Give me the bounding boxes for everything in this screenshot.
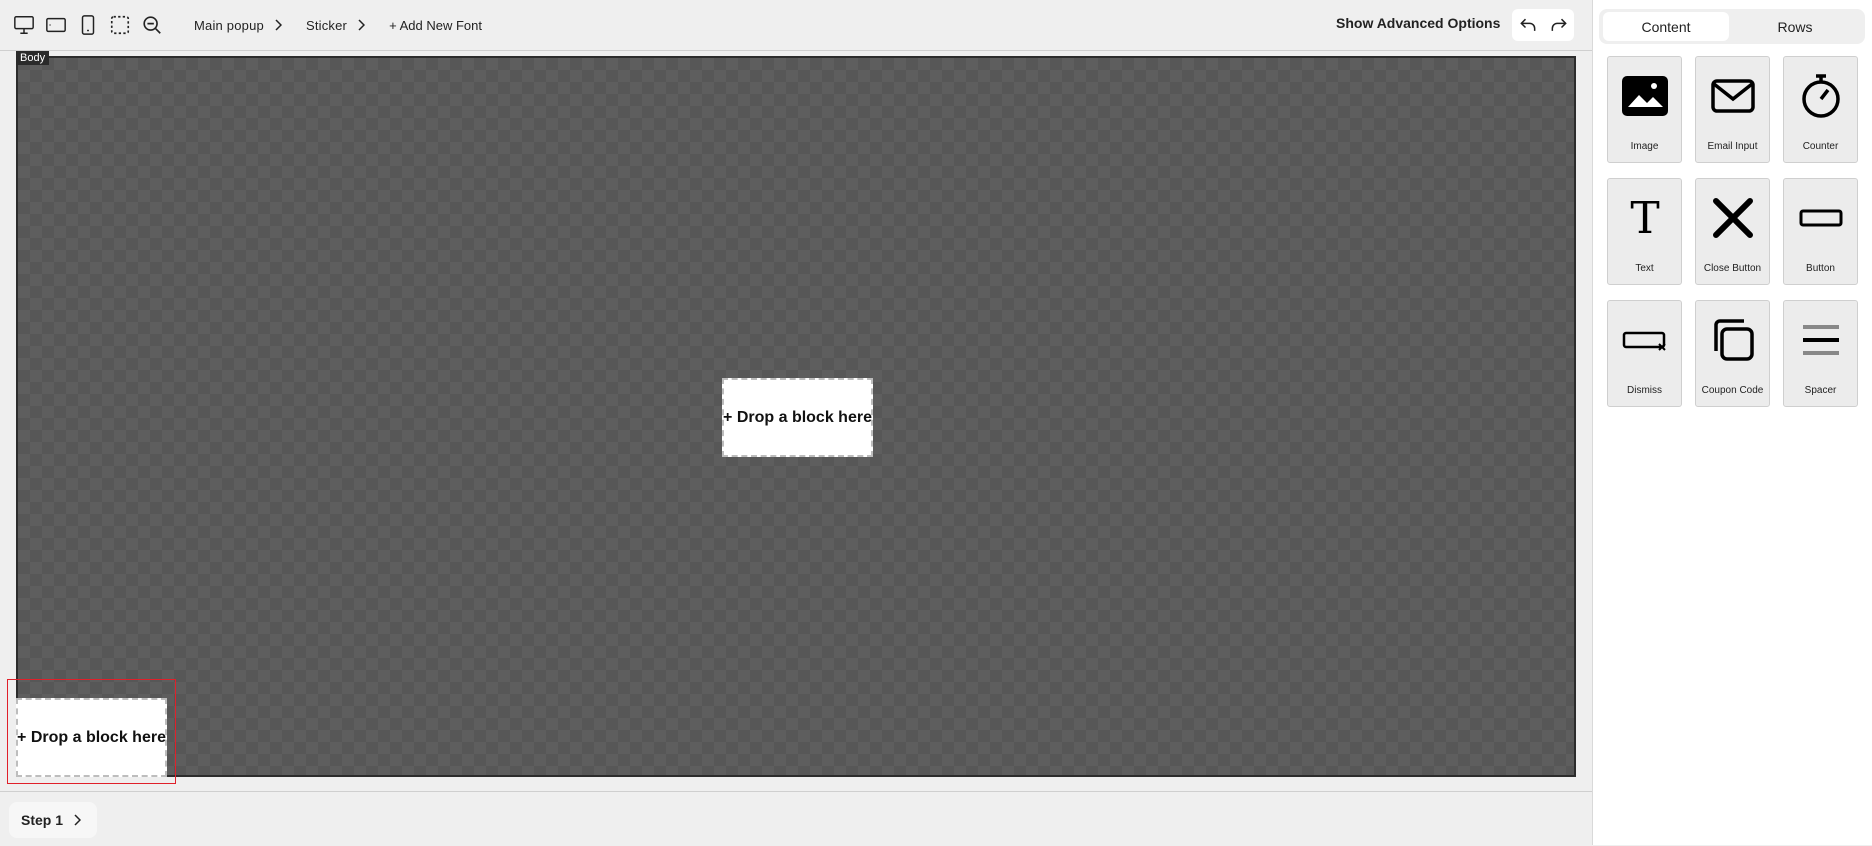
block-email-input[interactable]: Email Input: [1695, 56, 1770, 163]
breadcrumb-sticker[interactable]: Sticker: [305, 17, 366, 33]
block-close-button[interactable]: Close Button: [1695, 178, 1770, 285]
editor-canvas-area: Body + Drop a block here + Drop a block …: [0, 51, 1592, 791]
drop-zone-label: + Drop a block here: [723, 408, 872, 426]
chevron-right-icon: [358, 19, 366, 31]
undo-button[interactable]: [1516, 13, 1540, 37]
stopwatch-icon: [1784, 69, 1857, 123]
top-toolbar: Main popup Sticker + Add New Font Show A…: [0, 0, 1592, 51]
breadcrumb: Main popup Sticker + Add New Font: [194, 18, 482, 33]
redo-button[interactable]: [1547, 13, 1571, 37]
add-new-font-link[interactable]: + Add New Font: [389, 18, 482, 33]
block-label: Image: [1630, 141, 1659, 152]
drop-block-zone-center[interactable]: + Drop a block here: [722, 378, 873, 457]
breadcrumb-label: Sticker: [305, 17, 348, 33]
svg-text:T: T: [1630, 193, 1659, 243]
drop-block-zone-corner[interactable]: + Drop a block here: [16, 698, 167, 777]
block-label: Text: [1635, 263, 1654, 274]
block-counter[interactable]: Counter: [1783, 56, 1858, 163]
block-coupon-code[interactable]: Coupon Code: [1695, 300, 1770, 407]
select-area-icon[interactable]: [106, 11, 134, 39]
step-label: Step 1: [21, 812, 64, 828]
step-selector[interactable]: Step 1: [9, 802, 97, 838]
block-label: Dismiss: [1627, 385, 1662, 396]
block-label: Counter: [1802, 141, 1839, 152]
zoom-out-icon[interactable]: [138, 11, 166, 39]
undo-icon: [1519, 18, 1535, 31]
button-rect-icon: [1784, 191, 1857, 245]
block-grid: Image Email Input Counter T Text Close B…: [1607, 56, 1858, 407]
bottom-bar: Step 1: [0, 791, 1592, 846]
block-dismiss[interactable]: Dismiss: [1607, 300, 1682, 407]
desktop-icon[interactable]: [10, 11, 38, 39]
block-label: Close Button: [1703, 263, 1762, 274]
blocks-panel: Content Rows Image Email Input Counter T…: [1592, 0, 1872, 845]
image-icon: [1608, 69, 1681, 123]
breadcrumb-main-popup[interactable]: Main popup: [194, 18, 282, 33]
undo-redo-group: [1512, 9, 1574, 41]
chevron-right-icon: [74, 814, 82, 826]
text-t-icon: T: [1608, 191, 1681, 245]
body-tag: Body: [16, 51, 50, 65]
redo-icon: [1551, 18, 1567, 31]
block-image[interactable]: Image: [1607, 56, 1682, 163]
copy-icon: [1696, 313, 1769, 367]
block-text[interactable]: T Text: [1607, 178, 1682, 285]
close-x-icon: [1696, 191, 1769, 245]
block-label: Email Input: [1707, 141, 1758, 152]
show-advanced-options-button[interactable]: Show Advanced Options: [1336, 15, 1500, 31]
breadcrumb-label: Main popup: [194, 17, 264, 33]
tab-content[interactable]: Content: [1603, 12, 1729, 41]
tab-rows[interactable]: Rows: [1729, 12, 1861, 41]
mobile-icon[interactable]: [74, 11, 102, 39]
drop-zone-label: + Drop a block here: [17, 728, 166, 746]
tablet-landscape-icon[interactable]: [42, 11, 70, 39]
device-switcher: [10, 11, 170, 39]
block-label: Spacer: [1804, 385, 1837, 396]
chevron-right-icon: [275, 19, 282, 31]
panel-tabs: Content Rows: [1599, 9, 1865, 44]
spacer-lines-icon: [1784, 313, 1857, 367]
block-button[interactable]: Button: [1783, 178, 1858, 285]
block-label: Button: [1806, 263, 1835, 274]
dismiss-icon: [1608, 313, 1681, 367]
block-spacer[interactable]: Spacer: [1783, 300, 1858, 407]
envelope-icon: [1696, 69, 1769, 123]
block-label: Coupon Code: [1701, 385, 1764, 396]
